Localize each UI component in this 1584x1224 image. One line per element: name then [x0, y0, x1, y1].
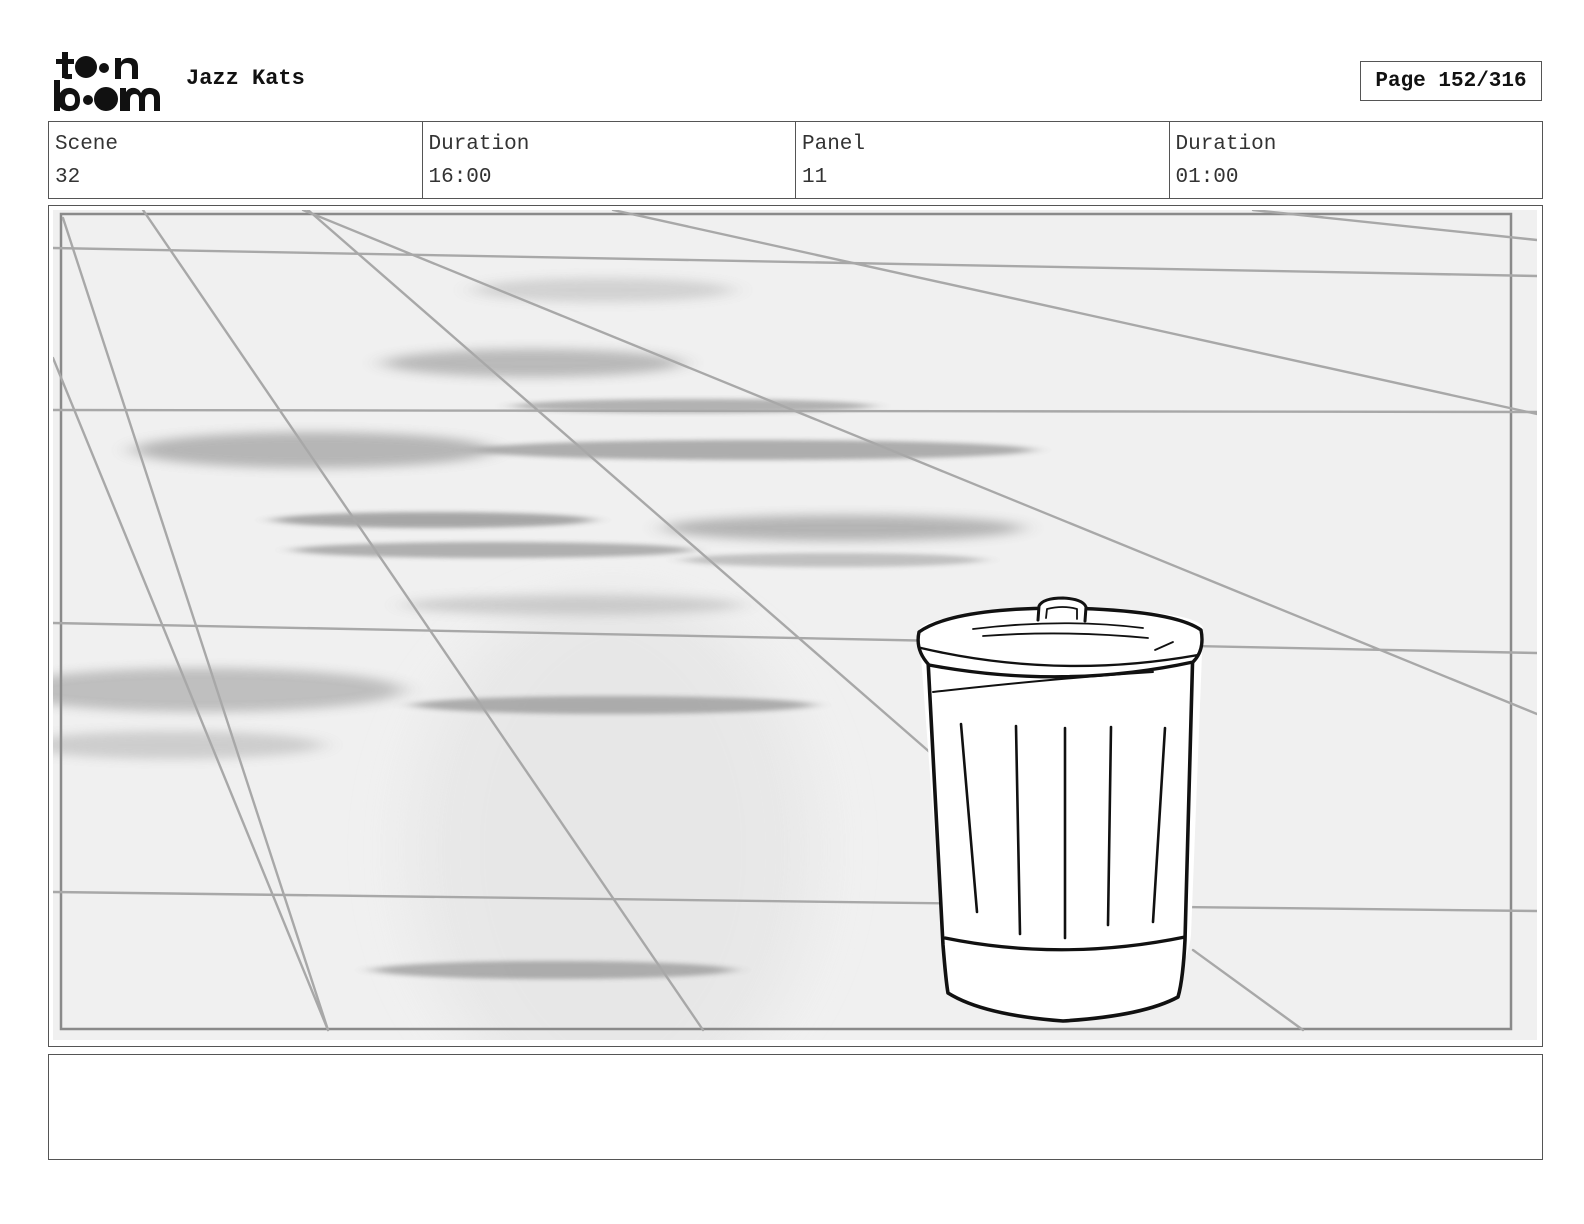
panel-duration-value: 01:00 [1175, 166, 1239, 189]
scene-duration-cell: Duration 16:00 [423, 122, 796, 198]
panel-drawing [53, 210, 1537, 1040]
panel-cell: Panel 11 [796, 122, 1170, 198]
panel-duration-cell: Duration 01:00 [1170, 122, 1543, 198]
panel-label: Panel [802, 133, 866, 156]
scene-cell: Scene 32 [49, 122, 423, 198]
toon-boom-logo [54, 52, 160, 112]
panel-value: 11 [802, 166, 828, 189]
page-indicator: Page 152/316 [1360, 61, 1542, 101]
scene-info-table: Scene 32 Duration 16:00 Panel 11 Duratio… [48, 121, 1543, 199]
panel-notes-box [48, 1054, 1543, 1160]
scene-value: 32 [55, 166, 81, 189]
project-title: Jazz Kats [186, 66, 305, 91]
scene-duration-label: Duration [428, 133, 530, 156]
panel-duration-label: Duration [1175, 133, 1277, 156]
storyboard-panel [48, 205, 1543, 1047]
trash-can-drawing [916, 596, 1204, 1023]
scene-label: Scene [55, 133, 119, 156]
scene-duration-value: 16:00 [428, 166, 492, 189]
